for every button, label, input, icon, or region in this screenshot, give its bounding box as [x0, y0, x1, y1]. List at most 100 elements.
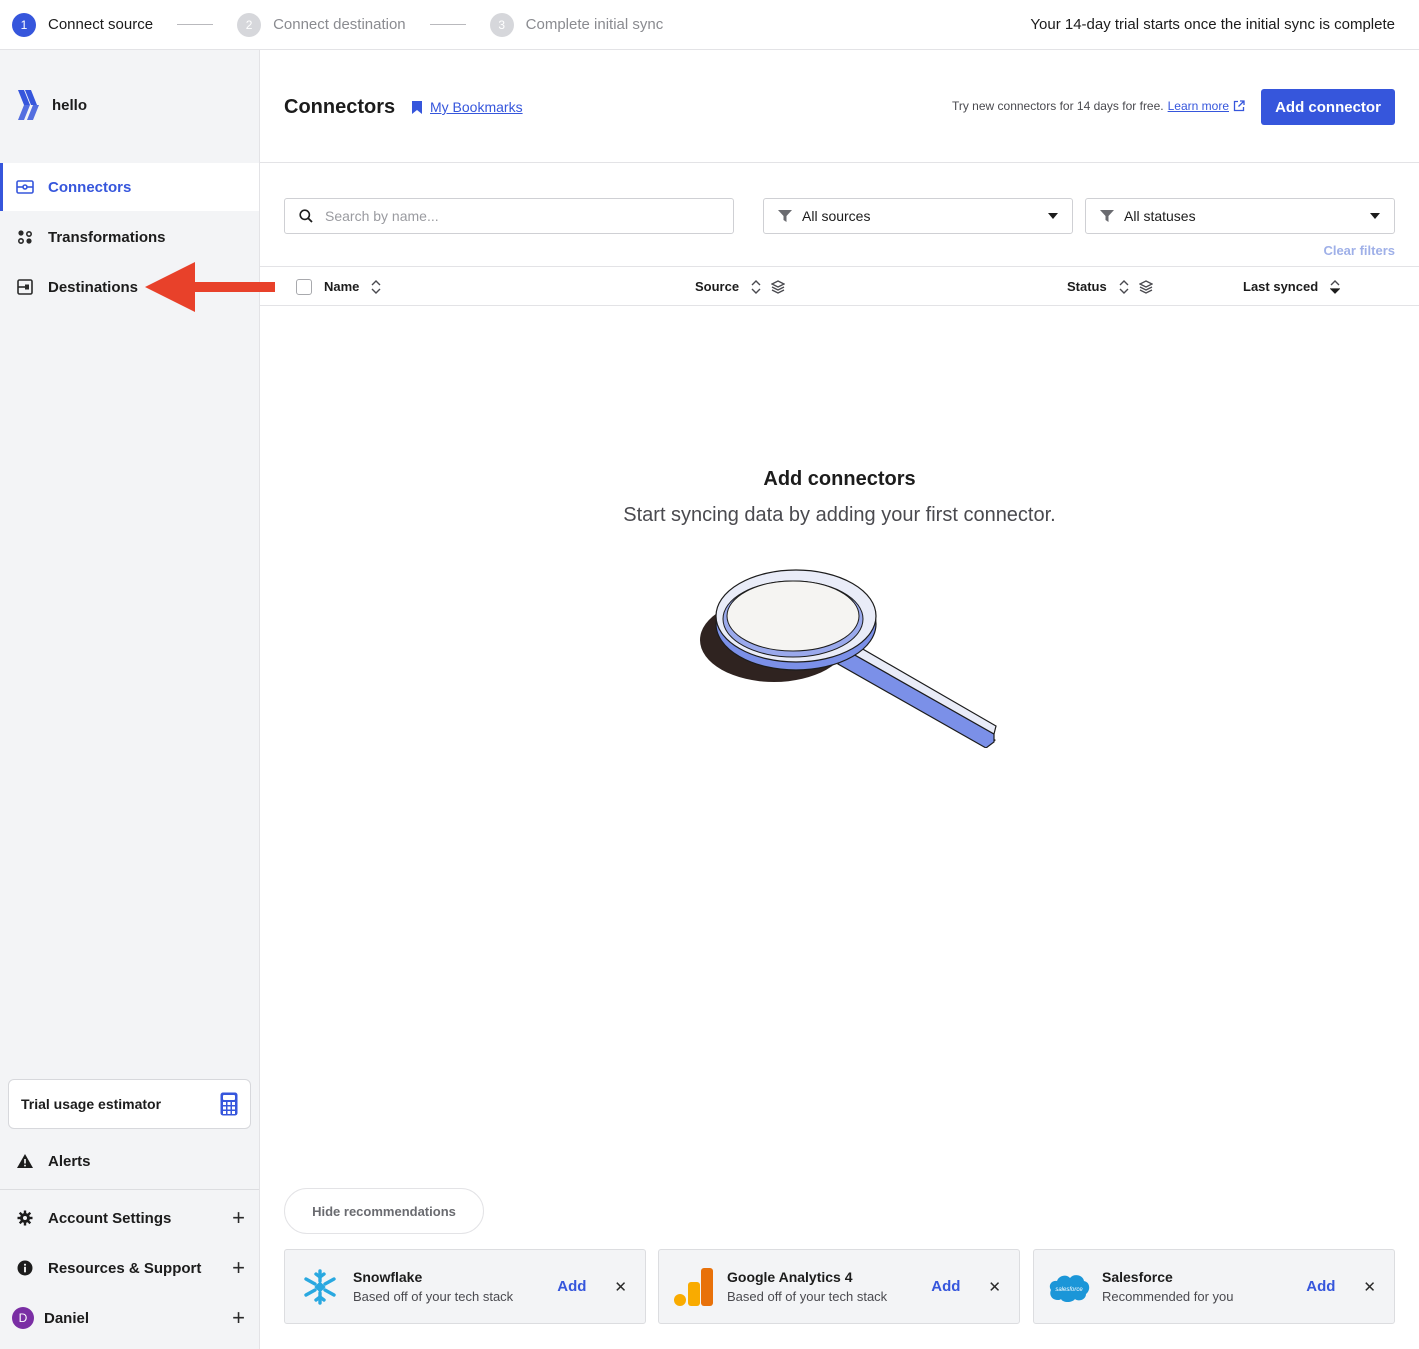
sidebar-item-label: Connectors [48, 178, 132, 196]
step-complete-sync: 3 Complete initial sync [489, 12, 664, 37]
recommendation-desc: Based off of your tech stack [727, 1289, 888, 1304]
search-field[interactable] [284, 198, 734, 234]
step-connect-source: 1 Connect source [12, 12, 153, 37]
empty-state-title: Add connectors [763, 468, 916, 490]
step-label: Connect destination [273, 16, 406, 33]
step-divider [429, 24, 466, 25]
step-label: Complete initial sync [525, 16, 664, 33]
promo-text: Try new connectors for 14 days for free. [951, 99, 1164, 113]
sidebar-item-transformations[interactable]: Transformations [0, 213, 259, 261]
recommendation-card-salesforce: salesforce Salesforce Recommended for yo… [1033, 1249, 1395, 1324]
account-settings-label: Account Settings [48, 1209, 172, 1227]
onboarding-stepper: 1 Connect source 2 Connect destination 3… [0, 0, 1419, 50]
group-layers-icon[interactable] [771, 279, 786, 294]
my-bookmarks-link[interactable]: My Bookmarks [412, 99, 523, 115]
select-all-checkbox[interactable] [296, 279, 312, 295]
step-divider [177, 24, 214, 25]
sidebar-item-connectors[interactable]: Connectors [0, 163, 259, 211]
step-connect-destination: 2 Connect destination [237, 12, 406, 37]
info-icon [16, 1259, 34, 1277]
recommendation-card-google-analytics: Google Analytics 4 Based off of your tec… [658, 1249, 1020, 1324]
destinations-icon [16, 278, 34, 296]
estimator-label: Trial usage estimator [21, 1096, 162, 1112]
transformations-icon [16, 228, 34, 246]
recommendation-name: Snowflake [353, 1269, 423, 1285]
column-status[interactable]: Status [1067, 279, 1153, 294]
recommendation-text: Salesforce Recommended for you [1102, 1269, 1234, 1304]
column-label: Status [1067, 279, 1107, 294]
search-icon [299, 209, 313, 223]
step-number: 3 [489, 12, 514, 37]
filter-funnel-icon [1100, 210, 1114, 222]
fivetran-logo-icon [18, 90, 39, 120]
group-layers-icon[interactable] [1138, 279, 1153, 294]
close-icon[interactable]: ✕ [614, 1278, 627, 1296]
annotation-arrow-icon [145, 262, 275, 312]
close-icon[interactable]: ✕ [1363, 1278, 1376, 1296]
search-input[interactable] [325, 208, 705, 224]
user-name: Daniel [44, 1309, 90, 1327]
salesforce-logo-icon: salesforce [1048, 1266, 1090, 1308]
recommendation-desc: Based off of your tech stack [353, 1289, 514, 1304]
sources-filter[interactable]: All sources [763, 198, 1073, 234]
alerts-label: Alerts [48, 1152, 91, 1170]
svg-text:salesforce: salesforce [1055, 1287, 1083, 1293]
trial-usage-estimator[interactable]: Trial usage estimator [8, 1079, 251, 1129]
add-snowflake-button[interactable]: Add [557, 1278, 586, 1295]
add-connector-button[interactable]: Add connector [1261, 89, 1395, 125]
sort-desc-icon [1330, 279, 1341, 294]
recommendation-name: Google Analytics 4 [727, 1269, 853, 1285]
bookmark-icon [412, 100, 422, 114]
external-link-icon [1233, 100, 1245, 112]
snowflake-logo-icon [299, 1266, 341, 1308]
empty-state-subtitle: Start syncing data by adding your first … [623, 504, 1056, 526]
expand-plus-icon[interactable]: + [232, 1307, 245, 1329]
connectors-icon [16, 178, 34, 196]
chevron-down-icon [1370, 213, 1380, 219]
sidebar-divider [0, 1189, 259, 1190]
step-number: 1 [12, 12, 36, 37]
page-title: Connectors [284, 96, 396, 118]
learn-more-link[interactable]: Learn more [1168, 99, 1229, 113]
column-source[interactable]: Source [695, 279, 786, 294]
add-google-analytics-button[interactable]: Add [931, 1278, 960, 1295]
column-last-synced[interactable]: Last synced [1243, 279, 1341, 294]
recommendation-text: Snowflake Based off of your tech stack [353, 1269, 513, 1304]
sources-filter-value: All sources [802, 208, 871, 224]
trial-note: Your 14-day trial starts once the initia… [1030, 16, 1395, 33]
sidebar-alerts[interactable]: Alerts [0, 1141, 259, 1181]
main-header: Connectors My Bookmarks Try new connecto… [260, 50, 1419, 163]
resources-support-label: Resources & Support [48, 1259, 202, 1277]
sort-icon [751, 279, 761, 294]
recommendation-desc: Recommended for you [1102, 1289, 1234, 1304]
sidebar-account-settings[interactable]: Account Settings + [0, 1198, 259, 1238]
column-name[interactable]: Name [324, 279, 381, 294]
bookmarks-label: My Bookmarks [430, 99, 523, 115]
close-icon[interactable]: ✕ [988, 1278, 1001, 1296]
table-header: Name Source Status Last synced [260, 266, 1419, 306]
expand-plus-icon[interactable]: + [232, 1257, 245, 1279]
clear-filters-link[interactable]: Clear filters [1323, 243, 1395, 258]
statuses-filter-value: All statuses [1124, 208, 1196, 224]
calculator-icon [220, 1092, 238, 1116]
sidebar-user[interactable]: D Daniel + [0, 1298, 259, 1338]
gear-icon [16, 1209, 34, 1227]
avatar-initial: D [12, 1307, 34, 1329]
recommendation-name: Salesforce [1102, 1269, 1173, 1285]
column-label: Name [324, 279, 360, 294]
chevron-down-icon [1048, 213, 1058, 219]
expand-plus-icon[interactable]: + [232, 1207, 245, 1229]
google-analytics-logo-icon [673, 1266, 715, 1308]
warning-icon [16, 1152, 34, 1170]
sidebar-resources-support[interactable]: Resources & Support + [0, 1248, 259, 1288]
sidebar: hello Connectors Transformations Destina… [0, 50, 260, 1349]
magnifying-glass-illustration [700, 569, 997, 748]
column-label: Last synced [1243, 279, 1319, 294]
hide-recommendations-button[interactable]: Hide recommendations [284, 1188, 484, 1234]
workspace-brand[interactable]: hello [16, 88, 87, 122]
sort-icon [371, 279, 381, 294]
add-salesforce-button[interactable]: Add [1306, 1278, 1335, 1295]
recommendation-text: Google Analytics 4 Based off of your tec… [727, 1269, 887, 1304]
statuses-filter[interactable]: All statuses [1085, 198, 1395, 234]
workspace-name: hello [52, 96, 88, 114]
